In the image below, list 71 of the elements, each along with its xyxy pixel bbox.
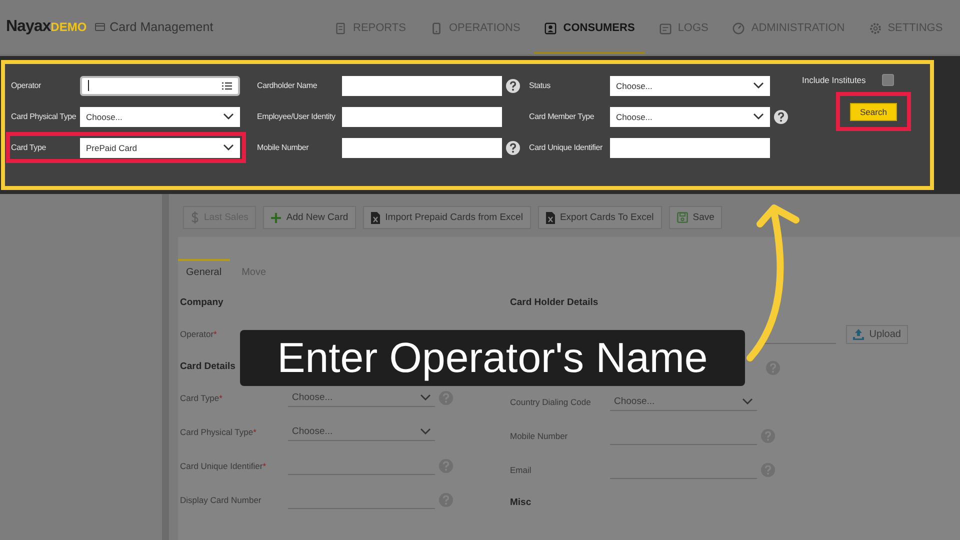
logo[interactable]: Nayax [6,18,51,36]
chevron-down-icon [742,398,753,405]
dropdown[interactable]: PrePaid Card [80,138,240,158]
chevron-down-icon [223,113,234,120]
text-input[interactable] [342,106,502,126]
calendar-icon [658,22,672,34]
dropdown[interactable]: Choose... [610,106,770,126]
field-label: Employee/User Identity [257,112,336,121]
checkbox-label: Include Institutes [802,75,866,85]
field-label: Operator* [180,329,218,339]
chevron-down-icon [420,428,431,435]
field-label: Card Physical Type [11,112,78,121]
chevron-down-icon [753,82,764,89]
field-label: Card Unique Identifier* [180,461,267,471]
dropdown[interactable]: Choose... [80,106,240,126]
upload-icon [853,328,864,340]
section-heading: Misc [510,496,532,508]
caption-banner: Enter Operator's Name [240,330,745,386]
toolbar-button[interactable]: Save [668,206,722,229]
list-icon [222,82,232,90]
dropdown[interactable]: Choose... [610,76,770,96]
field-label: Card Physical Type* [180,427,258,437]
plus-icon [271,212,282,222]
operator-input[interactable] [80,76,240,96]
demo-label: DEMO [50,20,87,34]
nav-tab[interactable]: CONSUMERS [534,0,645,54]
help-icon[interactable] [774,110,788,124]
tab[interactable]: General [178,259,230,283]
field-label: Display Card Number [180,495,262,505]
toolbar-button[interactable]: Export Cards To Excel [538,206,662,229]
field-label: Country Dialing Code [510,397,592,407]
field-label: Email [510,465,532,475]
section-heading: Company [180,296,224,308]
upload-button[interactable]: Upload [846,324,908,344]
phone-icon [430,22,443,34]
card-icon [94,22,105,32]
toolbar-button[interactable]: Add New Card [263,206,356,229]
gear-icon [868,22,882,34]
field-label: Mobile Number [510,431,569,441]
dropdown[interactable]: Choose... [288,389,435,407]
user-icon [544,22,558,34]
section-heading: Card Holder Details [510,296,598,308]
field-label: Card Member Type [529,112,596,121]
chevron-down-icon [420,394,431,401]
field-label: Status [529,81,552,90]
text-input[interactable] [342,138,502,158]
field-label: Card Unique Identifier [529,143,604,152]
dropdown[interactable]: Choose... [610,393,757,411]
field-label: Mobile Number [257,143,310,152]
field-label: Card Type* [180,393,224,403]
spreadsheet-file-icon [546,212,555,224]
dropdown[interactable]: Choose... [288,423,435,441]
search-button[interactable]: Search [850,103,897,121]
section-heading: Card Details [180,360,236,372]
field-label: Operator [11,81,42,90]
text-input[interactable] [342,76,502,96]
dollar-icon [191,211,199,224]
toolbar-button[interactable]: Import Prepaid Cards from Excel [363,206,531,229]
chevron-down-icon [223,144,234,151]
field-label: Cardholder Name [257,81,318,90]
document-icon [334,22,347,34]
save-icon [676,212,688,223]
gauge-icon [732,22,746,34]
help-icon[interactable] [506,140,520,154]
field-label: Card Type [11,143,47,152]
checkbox[interactable] [882,74,894,86]
help-icon[interactable] [506,78,520,92]
chevron-down-icon [753,113,764,120]
app-title: Card Management [110,20,214,34]
text-input[interactable] [610,138,770,158]
spreadsheet-file-icon [371,212,380,224]
